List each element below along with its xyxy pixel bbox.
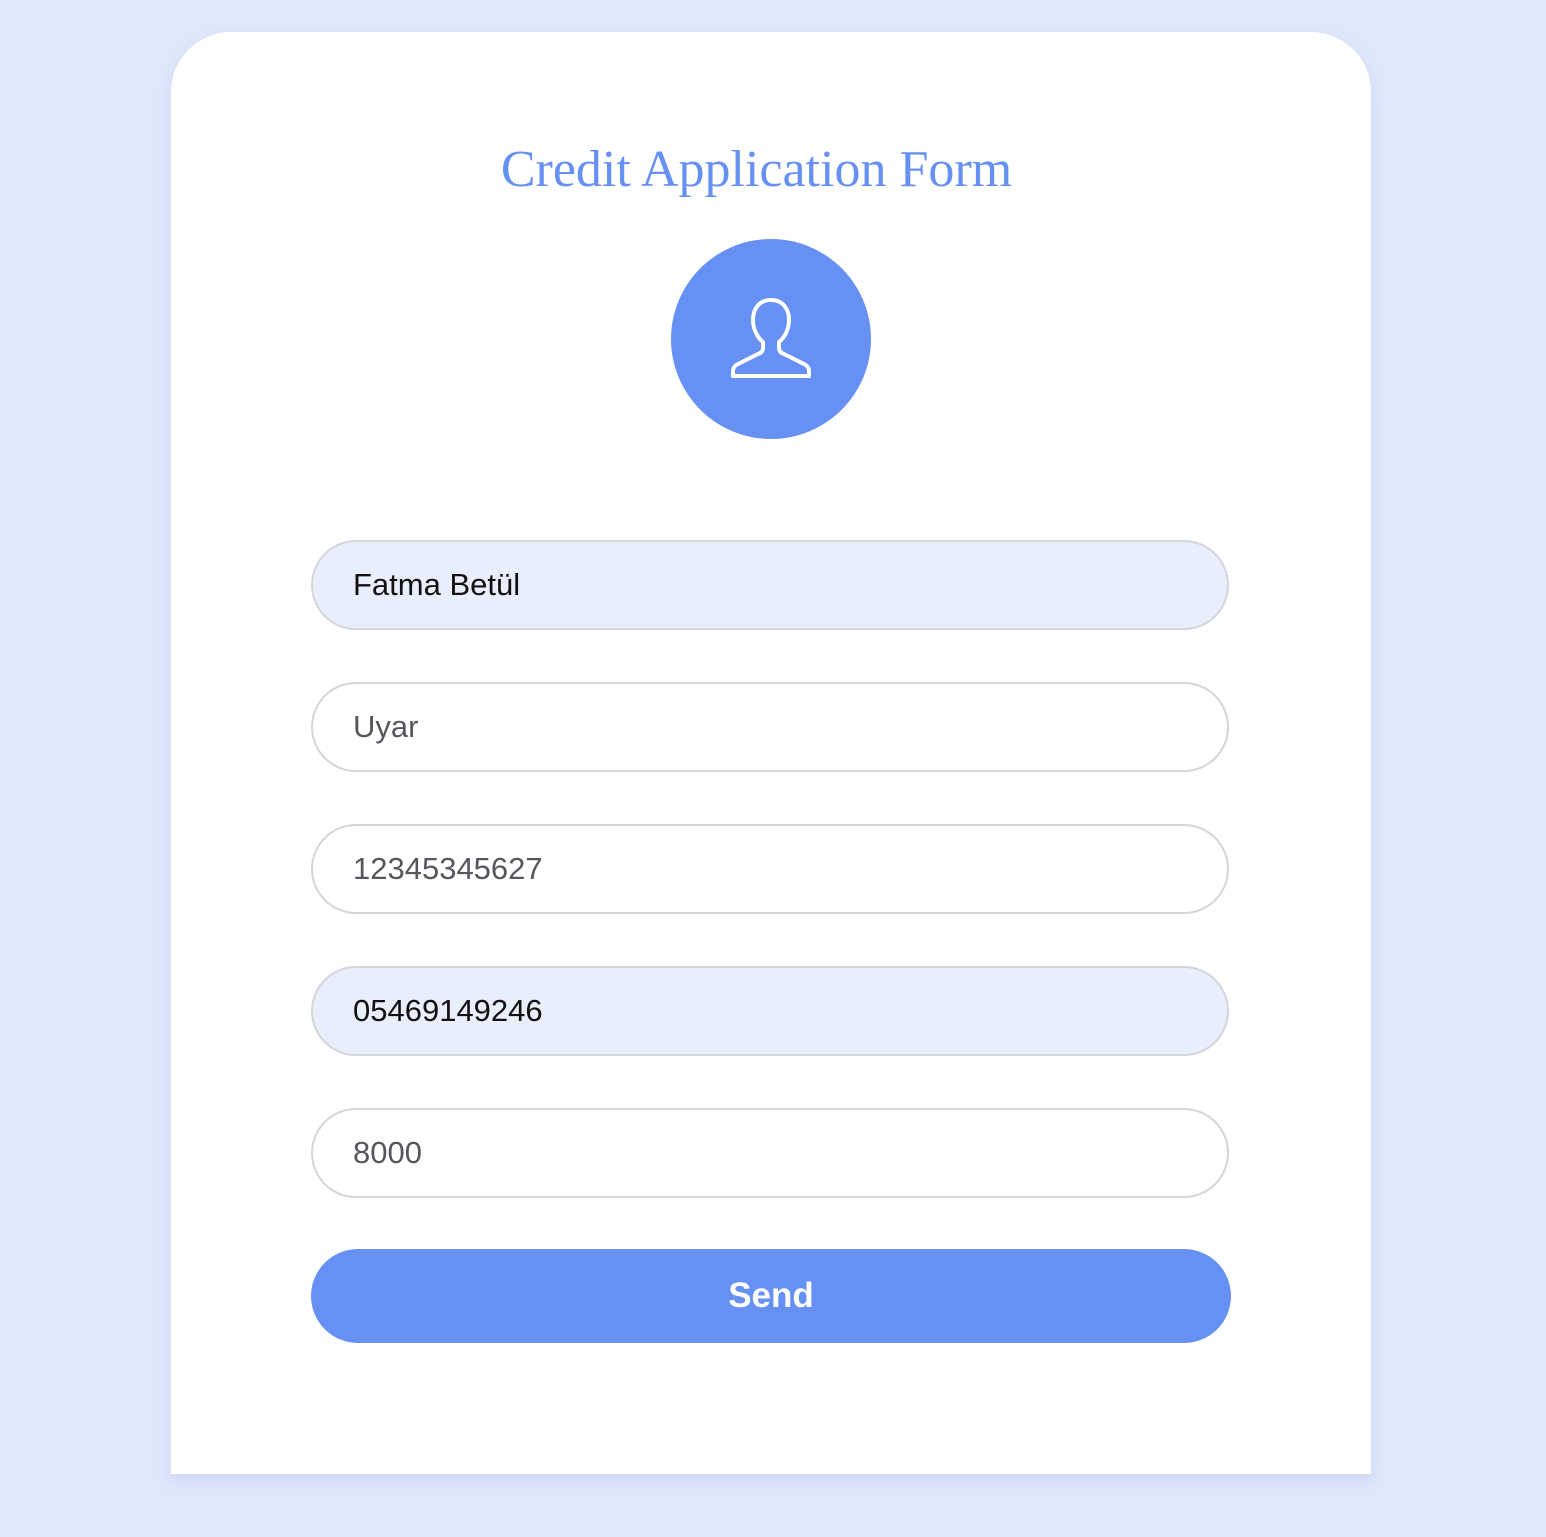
avatar	[671, 239, 871, 439]
first-name-input[interactable]	[311, 540, 1229, 630]
user-outline-icon	[731, 298, 811, 378]
form-card: Credit Application Form Send	[171, 32, 1371, 1474]
send-button[interactable]: Send	[311, 1249, 1231, 1343]
amount-input[interactable]	[311, 1108, 1229, 1198]
id-number-input[interactable]	[311, 824, 1229, 914]
page-title: Credit Application Form	[500, 141, 1013, 198]
last-name-input[interactable]	[311, 682, 1229, 772]
phone-input[interactable]	[311, 966, 1229, 1056]
